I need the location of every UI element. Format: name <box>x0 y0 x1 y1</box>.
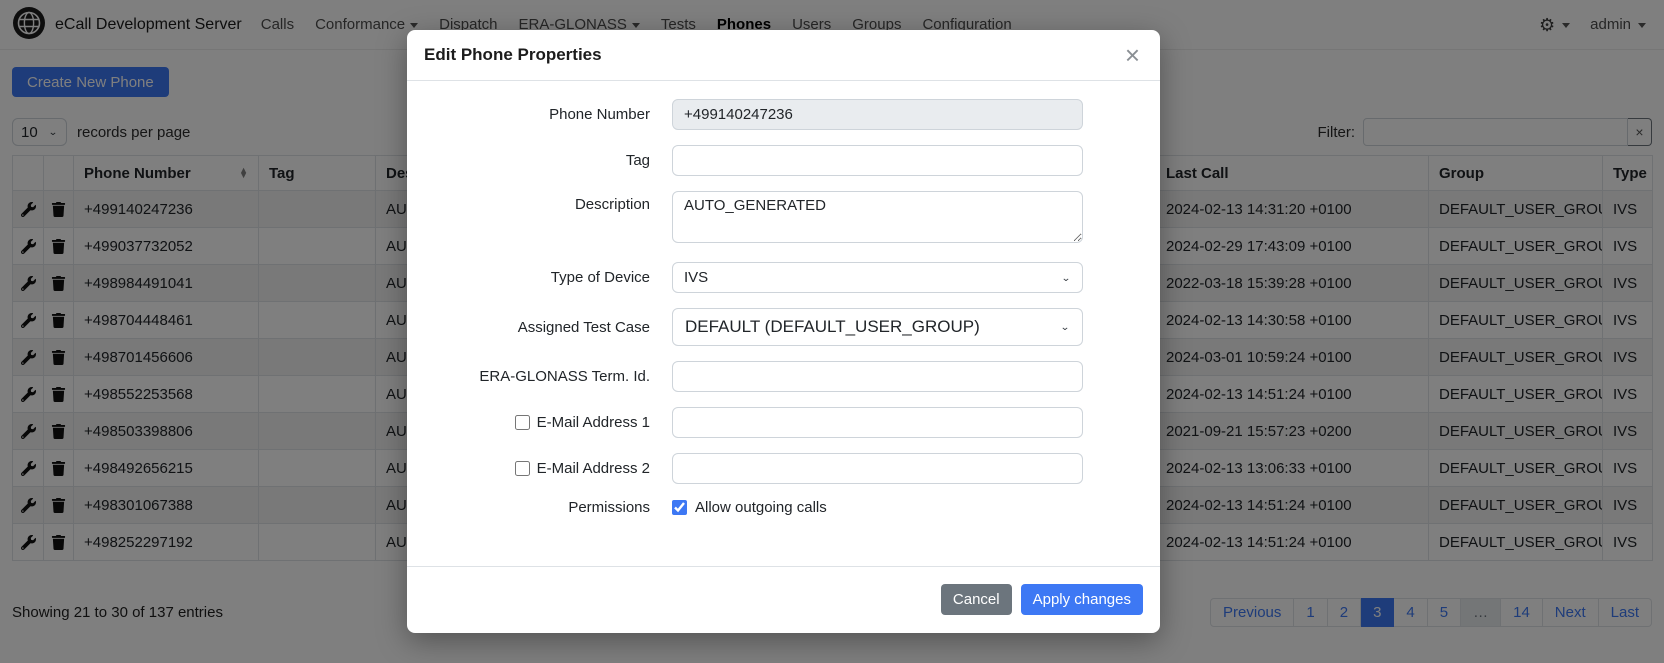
email1-checkbox[interactable] <box>515 415 530 430</box>
email1-label: E-Mail Address 1 <box>537 414 650 431</box>
modal-close-button[interactable]: × <box>1125 46 1140 64</box>
type-of-device-select[interactable]: IVS ⌄ <box>672 262 1083 293</box>
modal-header: Edit Phone Properties × <box>407 30 1160 81</box>
phone-number-field <box>672 99 1083 130</box>
email2-field[interactable] <box>672 453 1083 484</box>
modal-footer: Cancel Apply changes <box>407 566 1160 633</box>
description-field[interactable]: AUTO_GENERATED <box>672 191 1083 243</box>
modal-body: Phone Number Tag Description AUTO_GENERA… <box>407 81 1160 566</box>
permissions-row: Permissions Allow outgoing calls <box>407 499 1160 516</box>
email2-label: E-Mail Address 2 <box>537 460 650 477</box>
assigned-test-case-select[interactable]: DEFAULT (DEFAULT_USER_GROUP) ⌄ <box>672 308 1083 346</box>
description-label: Description <box>423 191 650 213</box>
tag-field[interactable] <box>672 145 1083 176</box>
phone-number-label: Phone Number <box>423 106 650 123</box>
era-glonass-term-id-field[interactable] <box>672 361 1083 392</box>
phone-number-row: Phone Number <box>407 99 1160 130</box>
allow-outgoing-calls-checkbox[interactable] <box>672 500 687 515</box>
type-of-device-value: IVS <box>684 269 708 286</box>
email1-field[interactable] <box>672 407 1083 438</box>
tag-row: Tag <box>407 145 1160 176</box>
era-glonass-term-id-label: ERA-GLONASS Term. Id. <box>423 368 650 385</box>
type-of-device-row: Type of Device IVS ⌄ <box>407 262 1160 293</box>
modal-title: Edit Phone Properties <box>424 45 602 65</box>
chevron-down-icon: ⌄ <box>1060 321 1070 332</box>
email2-row: E-Mail Address 2 <box>407 453 1160 484</box>
era-glonass-term-id-row: ERA-GLONASS Term. Id. <box>407 361 1160 392</box>
tag-label: Tag <box>423 152 650 169</box>
description-row: Description AUTO_GENERATED <box>407 191 1160 247</box>
close-icon: × <box>1125 40 1140 70</box>
email1-row: E-Mail Address 1 <box>407 407 1160 438</box>
assigned-test-case-value: DEFAULT (DEFAULT_USER_GROUP) <box>685 317 980 337</box>
edit-phone-modal: Edit Phone Properties × Phone Number Tag… <box>407 30 1160 633</box>
apply-changes-button[interactable]: Apply changes <box>1021 584 1143 615</box>
permissions-label: Permissions <box>423 499 650 516</box>
cancel-button[interactable]: Cancel <box>941 584 1012 615</box>
chevron-down-icon: ⌄ <box>1061 272 1071 283</box>
allow-outgoing-calls-label: Allow outgoing calls <box>695 499 827 516</box>
assigned-test-case-row: Assigned Test Case DEFAULT (DEFAULT_USER… <box>407 308 1160 346</box>
assigned-test-case-label: Assigned Test Case <box>423 319 650 336</box>
type-of-device-label: Type of Device <box>423 269 650 286</box>
email2-checkbox[interactable] <box>515 461 530 476</box>
